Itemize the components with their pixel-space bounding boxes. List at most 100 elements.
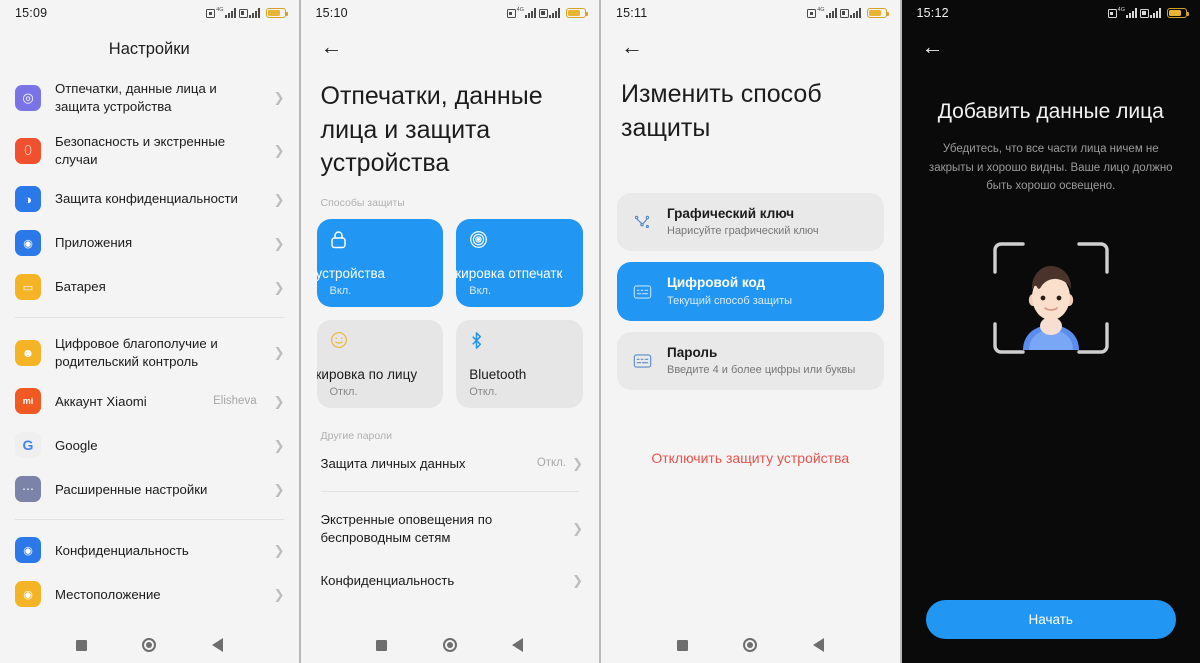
list-item-emergency-alerts[interactable]: Экстренные оповещения по беспроводным се… <box>301 498 600 559</box>
recents-button[interactable] <box>676 639 688 651</box>
chevron-right-icon: ❯ <box>273 345 285 361</box>
recents-button[interactable] <box>376 639 388 651</box>
tile-state: Откл. <box>469 385 498 398</box>
list-item[interactable]: ◉ Приложения ❯ <box>0 221 299 265</box>
chevron-right-icon: ❯ <box>273 235 285 251</box>
lock-icon <box>317 230 444 252</box>
chevron-right-icon: ❯ <box>273 191 285 207</box>
panel-settings: 15:09 4G Настройки ◎ Отпечатки, данные л… <box>0 0 299 663</box>
chevron-right-icon: ❯ <box>273 279 285 295</box>
list-item[interactable]: ▭ Батарея ❯ <box>0 265 299 309</box>
pin-code-icon <box>631 284 653 300</box>
list-item-privacy[interactable]: Конфиденциальность ❯ <box>301 559 600 603</box>
option-text: Цифровой код Текущий способ защиты <box>667 275 792 307</box>
panel-add-face-data: 15:12 4G ← Добавить данные лица Убедитес… <box>901 0 1200 663</box>
bluetooth-icon <box>456 331 583 353</box>
back-button[interactable] <box>812 638 824 652</box>
eye-icon: ◉ <box>15 537 41 564</box>
navigation-bar <box>601 627 900 663</box>
divider <box>15 317 284 319</box>
list-item-label: Приложения <box>55 235 133 251</box>
home-button[interactable] <box>442 638 457 652</box>
option-title: Цифровой код <box>667 275 766 291</box>
panel-biometrics: 15:10 4G ← Отпечатки, данные лица и защи… <box>300 0 600 663</box>
section-label: Способы защиты <box>320 196 405 209</box>
status-bar: 15:11 4G <box>601 0 900 26</box>
list-item[interactable]: ◑ Защита конфиденциальности ❯ <box>0 177 299 221</box>
sim2-signal-icon <box>839 8 861 18</box>
home-button[interactable] <box>142 638 157 652</box>
tile-label: Bluetooth <box>469 366 527 382</box>
status-bar: 15:10 4G <box>301 0 600 26</box>
sim-signal-icon: 4G <box>807 7 837 19</box>
face-smile-icon <box>317 331 444 352</box>
list-item-label: Защита личных данных <box>320 455 466 471</box>
digital-wellbeing-icon: ☻ <box>15 339 41 366</box>
option-text: Пароль Введите 4 и более цифры или буквы <box>667 345 855 377</box>
back-button[interactable] <box>512 638 524 652</box>
list-item[interactable]: mi Аккаунт Xiaomi Elisheva ❯ <box>0 379 299 423</box>
list-item-label: Экстренные оповещения по беспроводным се… <box>320 512 493 545</box>
list-item-label: Конфиденциальность <box>320 573 455 589</box>
divider <box>15 519 284 521</box>
disable-device-protection-link[interactable]: Отключить защиту устройства <box>601 450 900 466</box>
screenshot-strip: 15:09 4G Настройки ◎ Отпечатки, данные л… <box>0 0 1200 663</box>
status-icons: 4G <box>206 7 288 19</box>
list-item[interactable]: ⬯ Безопасность и экстренные случаи ❯ <box>0 124 299 177</box>
list-item-personal-data[interactable]: Защита личных данных Откл. ❯ <box>301 442 600 486</box>
status-icons: 4G <box>1107 7 1190 19</box>
back-arrow-icon[interactable]: ← <box>601 26 647 58</box>
sim2-signal-icon <box>238 8 260 18</box>
option-pin-code[interactable]: Цифровой код Текущий способ защиты <box>617 262 884 321</box>
status-bar: 15:12 4G <box>902 0 1200 26</box>
list-item-label: Аккаунт Xiaomi <box>55 393 147 409</box>
chevron-right-icon: ❯ <box>273 542 285 558</box>
tile-fingerprint-unlock[interactable]: кировка отпечатк Вкл. <box>456 218 583 307</box>
back-arrow-icon[interactable]: ← <box>902 26 948 58</box>
recents-button[interactable] <box>75 639 87 651</box>
start-button[interactable]: Начать <box>925 600 1176 639</box>
tile-state: Откл. <box>329 385 358 398</box>
battery-icon <box>866 7 889 19</box>
option-subtitle: Нарисуйте графический ключ <box>667 225 819 238</box>
page-title: Изменить способ защиты <box>621 80 822 142</box>
navigation-bar <box>301 627 600 663</box>
option-pattern-lock[interactable]: Графический ключ Нарисуйте графический к… <box>617 193 884 252</box>
home-button[interactable] <box>743 638 758 652</box>
google-icon: G <box>15 432 41 459</box>
shield-sos-icon: ⬯ <box>15 137 41 164</box>
back-button[interactable] <box>211 638 223 652</box>
list-item-label: Расширенные настройки <box>55 481 208 497</box>
list-item[interactable]: ◎ Отпечатки, данные лица и защита устрой… <box>0 71 299 124</box>
sim-signal-icon: 4G <box>1107 7 1137 19</box>
section-label-other: Другие пароли <box>320 429 393 442</box>
battery-icon <box>265 7 288 19</box>
status-bar: 15:09 4G <box>0 0 299 26</box>
location-pin-icon: ◉ <box>15 581 41 608</box>
list-item[interactable]: ◉ Конфиденциальность ❯ <box>0 528 299 572</box>
panel-change-lock-method: 15:11 4G ← Изменить способ защиты Графич… <box>601 0 900 663</box>
tile-state: Вкл. <box>329 284 352 297</box>
list-item[interactable]: ◉ Местоположение ❯ <box>0 572 299 616</box>
option-title: Пароль <box>667 344 718 360</box>
list-item-label: Местоположение <box>55 586 161 602</box>
chevron-right-icon: ❯ <box>273 586 285 602</box>
tile-device-lock[interactable]: устройства Вкл. <box>316 218 444 307</box>
advanced-settings-icon: ⋯ <box>15 476 41 503</box>
battery-icon <box>566 7 589 19</box>
back-arrow-icon[interactable]: ← <box>301 26 347 58</box>
sim2-signal-icon <box>539 8 560 18</box>
face-scan-illustration <box>902 238 1200 366</box>
navigation-bar <box>0 627 299 663</box>
password-icon <box>631 353 653 369</box>
list-item[interactable]: G Google ❯ <box>0 423 299 467</box>
sim-signal-icon: 4G <box>206 7 236 19</box>
option-title: Графический ключ <box>667 206 795 221</box>
tile-face-unlock[interactable]: кировка по лицу Откл. <box>316 319 444 408</box>
tile-bluetooth[interactable]: Bluetooth Откл. <box>456 319 583 408</box>
chevron-right-icon: ❯ <box>273 90 285 106</box>
option-password[interactable]: Пароль Введите 4 и более цифры или буквы <box>617 331 884 391</box>
page-title: Добавить данные лица <box>937 100 1164 123</box>
list-item[interactable]: ⋯ Расширенные настройки ❯ <box>0 467 299 511</box>
list-item[interactable]: ☻ Цифровое благополучие и родительский к… <box>0 326 299 379</box>
